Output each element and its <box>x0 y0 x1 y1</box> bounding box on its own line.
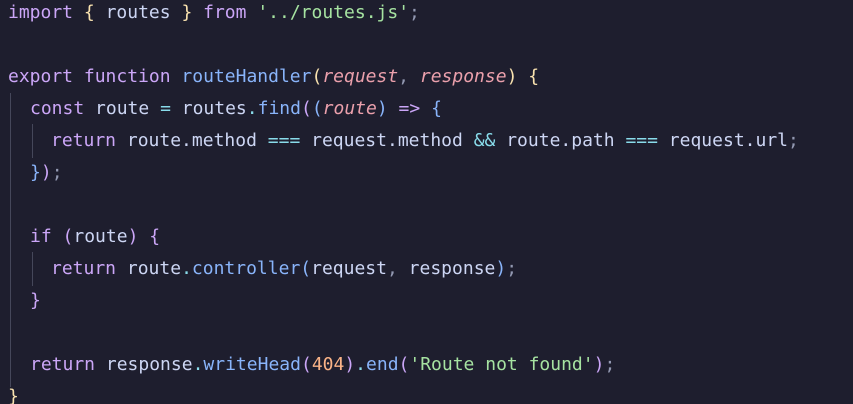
string-route-not-found: 'Route not found' <box>409 354 594 375</box>
code-line-export-function[interactable]: export function routeHandler(request, re… <box>8 61 539 93</box>
semicolon: ; <box>409 2 420 23</box>
paren: ) <box>593 354 605 375</box>
semicolon: ; <box>788 130 799 151</box>
brace: { <box>528 66 540 87</box>
brace: { <box>83 2 95 23</box>
expr-route-method: route.method <box>126 130 257 151</box>
identifier-routes: routes <box>105 2 171 23</box>
identifier-response: response <box>105 354 193 375</box>
operator-strict-equal: === <box>267 130 301 151</box>
paren: ( <box>300 258 312 279</box>
dot: . <box>181 258 192 279</box>
indent-guide <box>32 252 33 286</box>
arg-response: response <box>408 258 496 279</box>
code-line-close-if[interactable]: } <box>30 285 41 317</box>
keyword-from: from <box>203 2 247 23</box>
code-line-return-match[interactable]: return route.method === request.method &… <box>51 125 799 157</box>
param-route: route <box>322 98 377 119</box>
brace: { <box>431 98 442 119</box>
semicolon: ; <box>506 258 518 279</box>
keyword-import: import <box>8 2 74 23</box>
keyword-if: if <box>30 226 52 247</box>
expr-route-path: route.path <box>506 130 615 151</box>
identifier-route: route <box>126 258 182 279</box>
code-line-return-controller[interactable]: return route.controller(request, respons… <box>51 253 517 285</box>
paren: ( <box>300 354 312 375</box>
comma: , <box>398 66 410 87</box>
paren: ) <box>506 66 518 87</box>
semicolon: ; <box>604 354 616 375</box>
code-editor[interactable]: import { routes } from '../routes.js'; e… <box>0 0 853 404</box>
dot: . <box>355 354 367 375</box>
string-path: '../routes.js' <box>257 2 410 23</box>
keyword-const: const <box>30 98 85 119</box>
dot: . <box>246 98 258 119</box>
operator-arrow: => <box>398 98 421 119</box>
code-line-if-route[interactable]: if (route) { <box>30 221 160 253</box>
method-writehead: writeHead <box>203 354 301 375</box>
function-name: routeHandler <box>181 66 312 87</box>
arg-request: request <box>311 258 387 279</box>
identifier-route: route <box>73 226 128 247</box>
operator-assign: = <box>160 98 171 119</box>
indent-guide <box>32 124 33 158</box>
param-response: response <box>419 66 507 87</box>
code-line-return-404[interactable]: return response.writeHead(404).end('Rout… <box>30 349 615 381</box>
code-line-const-route[interactable]: const route = routes.find((route) => { <box>30 93 442 125</box>
expr-request-url: request.url <box>668 130 789 151</box>
brace: } <box>181 2 193 23</box>
paren: ) <box>127 226 139 247</box>
keyword-return: return <box>51 258 117 279</box>
paren: ( <box>300 98 312 119</box>
operator-strict-equal: === <box>625 130 658 151</box>
paren: ) <box>40 162 52 183</box>
identifier-routes: routes <box>181 98 247 119</box>
brace: { <box>149 226 161 247</box>
brace: } <box>8 386 19 404</box>
paren: ( <box>398 354 410 375</box>
method-controller: controller <box>191 258 301 279</box>
paren: ( <box>311 66 323 87</box>
paren: ) <box>495 258 507 279</box>
code-line-import[interactable]: import { routes } from '../routes.js'; <box>8 0 420 29</box>
code-line-close-function[interactable]: } <box>8 381 19 404</box>
brace: } <box>30 290 41 311</box>
method-end: end <box>366 354 399 375</box>
paren: ) <box>376 98 388 119</box>
code-line-close-find[interactable]: }); <box>30 157 63 189</box>
keyword-function: function <box>83 66 171 87</box>
number-404: 404 <box>311 354 345 375</box>
keyword-return: return <box>51 130 117 151</box>
keyword-export: export <box>8 66 74 87</box>
expr-request-method: request.method <box>311 130 463 151</box>
semicolon: ; <box>51 162 63 183</box>
comma: , <box>386 258 398 279</box>
dot: . <box>192 354 204 375</box>
identifier-route: route <box>95 98 150 119</box>
paren: ) <box>344 354 356 375</box>
keyword-return: return <box>30 354 96 375</box>
param-request: request <box>322 66 399 87</box>
indent-guide <box>10 93 11 387</box>
paren: ( <box>311 98 323 119</box>
operator-and: && <box>473 130 496 151</box>
method-find: find <box>257 98 301 119</box>
brace: } <box>30 162 41 183</box>
paren: ( <box>62 226 74 247</box>
